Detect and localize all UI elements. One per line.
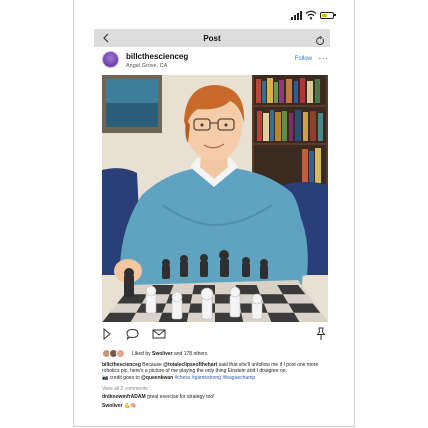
wifi-icon: [305, 10, 317, 20]
post-caption: billcthescienceg Because @totaleclipseof…: [102, 362, 328, 381]
comment-text: 💪🧠: [122, 403, 137, 409]
more-options-icon[interactable]: ···: [319, 54, 329, 63]
back-arrow-icon[interactable]: [100, 32, 112, 44]
post-actions: [102, 327, 328, 341]
post-header: Post: [94, 29, 330, 47]
avatar[interactable]: [102, 51, 119, 68]
username[interactable]: billcthescienceg: [126, 52, 188, 61]
save-pin-icon[interactable]: [316, 327, 326, 346]
liker-avatar: [116, 349, 125, 358]
caption-text: credit goes to: [108, 374, 142, 381]
comment-user[interactable]: Swoliver: [102, 403, 123, 409]
follow-button[interactable]: Follow: [295, 56, 312, 62]
page-title: Post: [203, 33, 221, 43]
comment-icon[interactable]: [126, 327, 139, 345]
likes-text[interactable]: Liked by Swoliver and 178 others: [132, 351, 207, 357]
view-all-comments[interactable]: View all 2 comments: [102, 386, 148, 392]
comment-user[interactable]: dntknowmfrADAM: [102, 394, 146, 400]
share-icon[interactable]: [152, 327, 166, 345]
post-screen: Post billcthescienceg Angel Grove, CA Fo…: [73, 0, 355, 427]
caption-text: Because: [140, 362, 164, 368]
liker-avatars: [102, 349, 128, 358]
battery-icon: [320, 11, 336, 19]
caption-mention[interactable]: @queenkwan: [141, 375, 173, 381]
location[interactable]: Angel Grove, CA: [126, 63, 167, 69]
signal-icon: [291, 10, 302, 20]
refresh-icon[interactable]: [315, 33, 325, 45]
likes-row: Liked by Swoliver and 178 others: [102, 349, 328, 358]
like-icon[interactable]: [102, 327, 112, 345]
comment-row: dntknowmfrADAM great exercise for strate…: [102, 394, 328, 400]
status-bar: [291, 9, 336, 21]
chess-player-photo: [102, 75, 328, 322]
comment-text: great exercise for strategy too!: [145, 394, 215, 400]
post-photo[interactable]: [102, 75, 328, 322]
likes-user[interactable]: Swoliver: [152, 351, 173, 357]
likes-suffix: and 178 others: [172, 351, 208, 357]
likes-prefix: Liked by: [132, 351, 153, 357]
caption-mention[interactable]: @totaleclipseofthehart: [163, 362, 217, 368]
post-author-row: billcthescienceg Angel Grove, CA Follow …: [102, 51, 328, 73]
caption-author[interactable]: billcthescienceg: [102, 362, 141, 368]
caption-hashtags[interactable]: #chess #gamestrong #leaguechamp: [173, 375, 256, 381]
comment-row: Swoliver 💪🧠: [102, 403, 328, 409]
chess-square: [267, 312, 300, 322]
